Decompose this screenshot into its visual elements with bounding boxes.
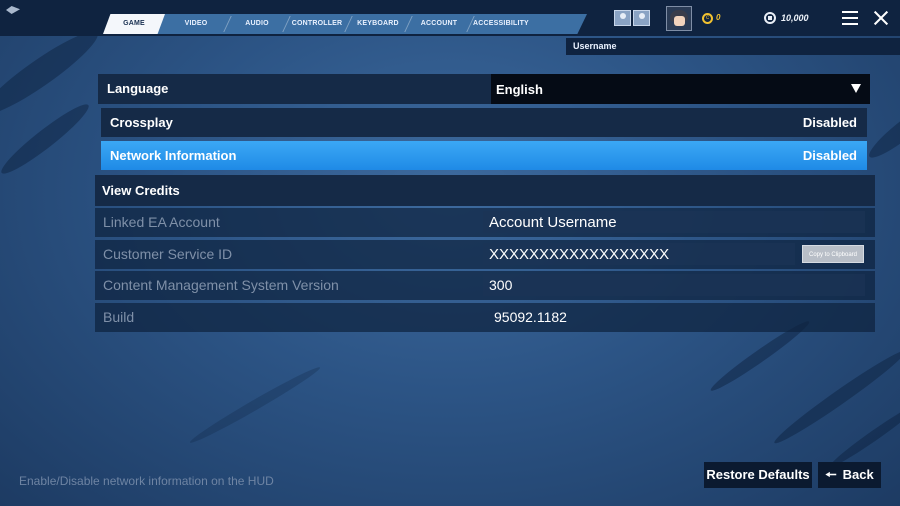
customer-service-id-row: Customer Service ID XXXXXXXXXXXXXXXXXX — [95, 240, 875, 269]
network-information-value: Disabled — [802, 148, 857, 163]
background-streak — [0, 98, 94, 180]
crossplay-setting-row[interactable]: Crossplay Disabled — [101, 108, 867, 137]
background-streak — [827, 399, 900, 471]
customer-service-id-value: XXXXXXXXXXXXXXXXXX — [489, 246, 670, 263]
customer-service-id-label: Customer Service ID — [103, 246, 233, 262]
battle-star-coin-icon: c — [702, 13, 713, 24]
tab-audio[interactable]: AUDIO — [230, 14, 284, 34]
back-arrow-icon: 🠔 — [825, 467, 837, 482]
cms-version-value: 300 — [489, 277, 513, 293]
tab-accessibility[interactable]: ACCESSIBILITY — [470, 14, 532, 34]
cms-version-row: Content Management System Version 300 — [95, 271, 875, 300]
hamburger-menu-icon[interactable] — [842, 11, 858, 25]
copy-to-clipboard-button[interactable]: Copy to Clipboard — [802, 245, 864, 263]
linked-ea-account-value: Account Username — [489, 214, 617, 231]
coin-count: 0 — [716, 13, 721, 22]
language-dropdown[interactable]: English — [491, 74, 870, 104]
tab-game[interactable]: GAME — [103, 14, 165, 34]
dropdown-arrow-icon — [851, 84, 861, 93]
close-icon[interactable] — [873, 10, 889, 26]
restore-defaults-button[interactable]: Restore Defaults — [704, 462, 812, 488]
tab-account[interactable]: ACCOUNT — [410, 14, 468, 34]
network-information-setting-row[interactable]: Network Information Disabled — [101, 141, 867, 170]
background-streak — [187, 363, 323, 447]
vbucks-icon — [764, 12, 776, 24]
cms-version-label: Content Management System Version — [103, 277, 339, 293]
background-streak — [863, 94, 900, 164]
back-button[interactable]: 🠔 Back — [818, 462, 881, 488]
setting-description-hint: Enable/Disable network information on th… — [19, 474, 274, 488]
cms-version-value-box — [483, 274, 865, 296]
background-streak — [0, 22, 105, 124]
vbucks-balance: 10,000 — [781, 13, 809, 23]
build-value: 95092.1182 — [494, 309, 567, 325]
username-label: Username — [573, 41, 617, 51]
language-label: Language — [107, 81, 169, 96]
crossplay-value: Disabled — [802, 115, 857, 130]
avatar[interactable] — [666, 6, 692, 31]
linked-ea-account-label: Linked EA Account — [103, 214, 220, 230]
language-setting-row[interactable]: Language — [98, 74, 492, 104]
network-information-label: Network Information — [110, 148, 237, 163]
back-label: Back — [842, 467, 874, 482]
build-row: Build 95092.1182 — [95, 303, 875, 332]
view-credits-label: View Credits — [102, 183, 180, 198]
add-friend-icon[interactable] — [633, 10, 650, 26]
restore-defaults-label: Restore Defaults — [706, 467, 810, 482]
tab-video[interactable]: VIDEO — [168, 14, 224, 34]
view-credits-row[interactable]: View Credits — [95, 175, 875, 206]
crossplay-label: Crossplay — [110, 115, 173, 130]
language-value: English — [496, 82, 543, 97]
tab-keyboard[interactable]: KEYBOARD — [350, 14, 406, 34]
linked-ea-account-row: Linked EA Account Account Username — [95, 208, 875, 237]
build-label: Build — [103, 309, 135, 325]
tab-controller[interactable]: CONTROLLER — [288, 14, 346, 34]
party-member-icon[interactable] — [614, 10, 631, 26]
